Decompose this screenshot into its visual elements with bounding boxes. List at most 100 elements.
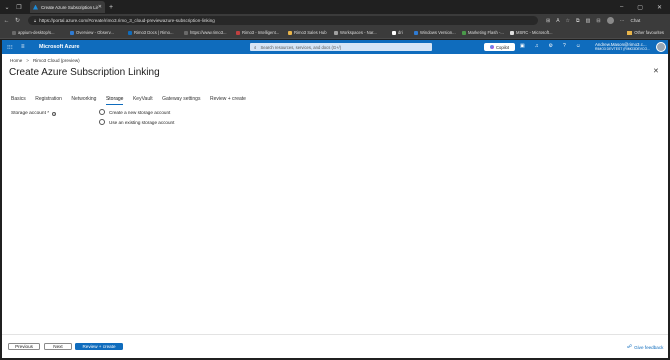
bookmark-item[interactable]: Workspaces - Nar...	[334, 30, 392, 35]
search-icon: ⌕	[254, 44, 257, 50]
bookmark-favicon-icon	[184, 30, 188, 35]
cloud-shell-icon[interactable]: ▣	[520, 43, 525, 49]
copilot-button[interactable]: Copilot	[484, 43, 515, 51]
chat-button[interactable]: Chat	[631, 18, 641, 23]
new-tab-icon[interactable]: +	[109, 4, 113, 11]
tab-keyvault[interactable]: KeyVault	[133, 96, 153, 105]
bookmark-item[interactable]: dri	[392, 30, 414, 35]
read-aloud-icon[interactable]: A	[556, 18, 559, 24]
user-account[interactable]: Andrew.Mason@rimo3.c... RIMO3 DEVTEST (R…	[595, 42, 650, 52]
portal-menu-icon[interactable]: ≡	[21, 44, 29, 50]
url-field[interactable]: 🔒︎ https://portal.azure.com/#create/rimo…	[28, 16, 538, 25]
tab-basics[interactable]: Basics	[11, 96, 26, 105]
close-blade-icon[interactable]: ✕	[653, 67, 659, 75]
user-directory: RIMO3 DEVTEST (RIMO3DEVCO...	[595, 47, 650, 51]
other-favorites-label: Other favourites	[634, 30, 664, 35]
azure-favicon-icon	[33, 4, 38, 10]
wizard-footer: Previous Next Review + create ☍ Give fee…	[2, 334, 668, 358]
bookmark-label: Overview - Observ...	[76, 30, 114, 35]
favorite-icon[interactable]: ☆	[566, 18, 570, 24]
collections-icon[interactable]: ⊟	[596, 18, 600, 24]
notifications-icon[interactable]: ♫	[535, 43, 539, 49]
azure-top-bar: ⁝⁝⁝ ≡ Microsoft Azure ⌕ Search resources…	[2, 40, 668, 54]
more-actions-icon[interactable]: ···	[147, 68, 152, 74]
browser-tab[interactable]: Create Azure Subscription Linking ✕	[30, 1, 105, 13]
azure-portal-page: ⁝⁝⁝ ≡ Microsoft Azure ⌕ Search resources…	[2, 40, 668, 358]
page-title: Create Azure Subscription Linking	[9, 67, 160, 78]
user-avatar[interactable]	[656, 42, 666, 52]
extensions-icon[interactable]: ⧉	[576, 18, 580, 24]
radio-use-existing-storage[interactable]: Use an existing storage account	[99, 119, 174, 125]
bookmark-favicon-icon	[414, 30, 418, 35]
storage-account-label: Storage account * i	[11, 111, 57, 116]
address-bar-icons: ⊞ A ☆ ⧉ ▥ ⊟ ···	[546, 17, 625, 24]
bookmark-favicon-icon	[288, 30, 292, 35]
tab-networking[interactable]: Networking	[71, 96, 96, 105]
breadcrumb: Home > Rimo3 Cloud (preview)	[10, 58, 80, 63]
bookmark-label: Marketing Flash -...	[468, 30, 504, 35]
bookmark-favicon-icon	[236, 30, 240, 35]
refresh-icon[interactable]: ↻	[13, 17, 22, 24]
bookmark-label: https://www.rimo3...	[190, 30, 227, 35]
settings-icon[interactable]: ⚙	[548, 43, 552, 49]
breadcrumb-separator: >	[26, 58, 29, 63]
app-available-icon[interactable]: ⊞	[546, 18, 550, 24]
close-tab-icon[interactable]: ✕	[98, 4, 102, 10]
bookmark-item[interactable]: Marketing Flash -...	[462, 30, 510, 35]
bookmark-favicon-icon	[12, 30, 16, 35]
app-launcher-icon[interactable]: ⁝⁝⁝	[7, 44, 15, 51]
bookmarks-bar: appium-desktop/s... Overview - Observ... R…	[0, 27, 670, 39]
bookmark-label: Workspaces - Nar...	[340, 30, 377, 35]
minimize-icon[interactable]: –	[620, 4, 623, 11]
maximize-icon[interactable]: ▢	[637, 4, 643, 11]
top-bar-icons: ▣ ♫ ⚙ ? ☺	[520, 43, 581, 49]
bookmark-favicon-icon	[462, 30, 466, 35]
previous-button[interactable]: Previous	[8, 343, 40, 350]
bookmark-item[interactable]: Windows Version...	[414, 30, 462, 35]
bookmark-favicon-icon	[70, 30, 74, 35]
storage-account-label-text: Storage account *	[11, 111, 50, 116]
global-search-input[interactable]: ⌕ Search resources, services, and docs (…	[250, 43, 432, 51]
bookmark-item[interactable]: MSRC - Microsoft...	[510, 30, 560, 35]
bookmark-item[interactable]: Rimo3 - Intelligent...	[236, 30, 288, 35]
window-controls: – ▢ ✕	[620, 4, 662, 11]
radio-use-existing-label: Use an existing storage account	[109, 119, 175, 125]
tab-gateway-settings[interactable]: Gateway settings	[162, 96, 200, 105]
give-feedback-label: Give feedback	[634, 344, 664, 350]
other-favorites[interactable]: Other favourites	[627, 30, 664, 35]
breadcrumb-home[interactable]: Home	[10, 58, 22, 63]
lock-icon: 🔒︎	[34, 18, 37, 23]
radio-create-new-storage[interactable]: Create a new storage account	[99, 109, 170, 115]
tab-registration[interactable]: Registration	[35, 96, 62, 105]
folder-icon	[627, 30, 633, 35]
bookmark-label: MSRC - Microsoft...	[516, 30, 553, 35]
tab-review-create[interactable]: Review + create	[210, 96, 246, 105]
bookmark-favicon-icon	[128, 30, 132, 35]
bookmark-item[interactable]: Overview - Observ...	[70, 30, 128, 35]
workspaces-icon[interactable]: ❐	[14, 2, 24, 12]
split-screen-icon[interactable]: ▥	[586, 18, 591, 24]
help-icon[interactable]: ?	[563, 43, 566, 49]
tab-storage[interactable]: Storage	[105, 96, 124, 105]
bookmark-item[interactable]: Rimo3 Docs | Rimo...	[128, 30, 184, 35]
bookmark-label: Rimo3 - Intelligent...	[242, 30, 280, 35]
review-create-button[interactable]: Review + create	[75, 343, 123, 350]
bookmark-item[interactable]: https://www.rimo3...	[184, 30, 236, 35]
radio-button-circle[interactable]	[99, 109, 105, 115]
radio-button-circle[interactable]	[99, 119, 105, 125]
close-window-icon[interactable]: ✕	[657, 4, 662, 11]
info-icon[interactable]: i	[52, 111, 57, 116]
give-feedback-link[interactable]: ☍ Give feedback	[627, 344, 663, 350]
back-icon[interactable]: ←	[2, 18, 11, 24]
bookmark-item[interactable]: Rimo3 Sales Hub	[288, 30, 334, 35]
browser-menu-icon[interactable]: ⌄	[2, 2, 12, 12]
feedback-icon[interactable]: ☺	[576, 43, 581, 49]
more-options-icon[interactable]: ···	[620, 18, 625, 24]
bookmark-label: appium-desktop/s...	[18, 30, 55, 35]
next-button[interactable]: Next	[44, 343, 72, 350]
breadcrumb-rimo3-cloud[interactable]: Rimo3 Cloud (preview)	[33, 58, 80, 63]
bookmark-label: dri	[398, 30, 403, 35]
profile-avatar[interactable]	[606, 17, 614, 24]
brand-label[interactable]: Microsoft Azure	[39, 44, 80, 50]
bookmark-item[interactable]: appium-desktop/s...	[12, 30, 70, 35]
